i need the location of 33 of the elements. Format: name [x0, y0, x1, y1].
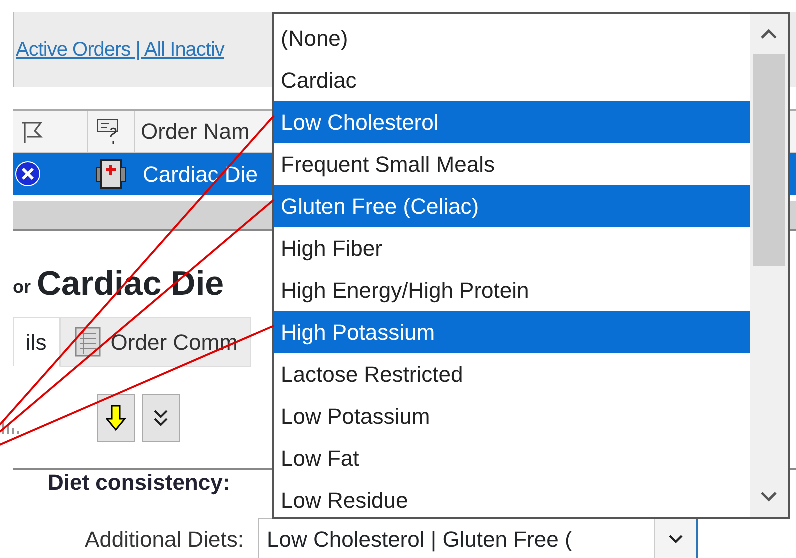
- expand-button[interactable]: [142, 394, 180, 442]
- tab[interactable]: Order Comm: [60, 317, 251, 367]
- dropdown-item[interactable]: (None): [274, 17, 750, 59]
- chevron-up-icon: [761, 29, 777, 39]
- dropdown-item[interactable]: High Potassium: [274, 311, 750, 353]
- field-label: Additional Diets:: [84, 526, 245, 554]
- additional-diets-combo[interactable]: Low Cholesterol | Gluten Free (: [258, 518, 698, 558]
- chevron-down-icon: [761, 492, 777, 502]
- dropdown-item[interactable]: Frequent Small Meals: [274, 143, 750, 185]
- tab[interactable]: ils: [13, 317, 60, 367]
- chevron-down-icon: [668, 534, 682, 544]
- move-down-button[interactable]: [97, 394, 135, 442]
- dropdown-item[interactable]: Low Residue: [274, 479, 750, 521]
- order-name: Cardiac Die: [143, 160, 258, 188]
- cancel-icon: [15, 161, 41, 187]
- document-list-icon: [72, 326, 103, 358]
- dropdown-item[interactable]: Low Potassium: [274, 395, 750, 437]
- scrollbar-thumb[interactable]: [753, 54, 785, 266]
- column-header[interactable]: Order Nam: [141, 115, 250, 148]
- title-text: or: [13, 276, 31, 299]
- dropdown-item[interactable]: Low Fat: [274, 437, 750, 479]
- dropdown-item[interactable]: High Energy/High Protein: [274, 269, 750, 311]
- down-arrow-icon: [106, 404, 126, 432]
- double-chevron-icon: [153, 408, 169, 428]
- field-label: Diet consistency:: [48, 472, 232, 494]
- dropdown-button[interactable]: [654, 519, 696, 558]
- dropdown-item[interactable]: High Fiber: [274, 227, 750, 269]
- dropdown-item[interactable]: Gluten Free (Celiac): [274, 185, 750, 227]
- dropdown-item[interactable]: Lactose Restricted: [274, 353, 750, 395]
- dropdown-item[interactable]: Cardiac: [274, 59, 750, 101]
- dropdown-item[interactable]: Low Cholesterol: [274, 101, 750, 143]
- medical-kit-icon: [94, 158, 128, 190]
- filter-link[interactable]: Active Orders | All Inactiv: [16, 34, 224, 64]
